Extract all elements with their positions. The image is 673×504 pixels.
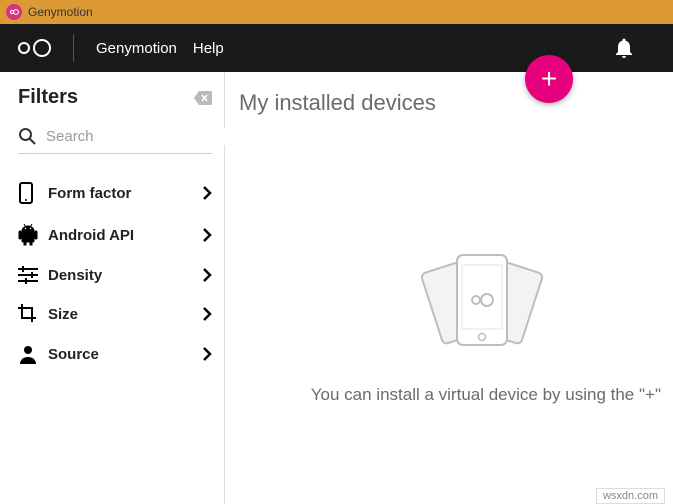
filter-label: Source	[48, 346, 202, 363]
chevron-right-icon	[202, 268, 212, 282]
filter-form-factor[interactable]: Form factor	[18, 172, 212, 214]
filter-label: Density	[48, 267, 202, 284]
crop-icon	[18, 304, 48, 324]
empty-hint-text: You can install a virtual device by usin…	[311, 385, 665, 405]
phone-icon	[18, 182, 48, 204]
filter-label: Size	[48, 306, 202, 323]
android-icon	[18, 224, 48, 246]
chevron-right-icon	[202, 228, 212, 242]
filter-android-api[interactable]: Android API	[18, 214, 212, 256]
search-row	[18, 123, 212, 154]
menubar: Genymotion Help	[0, 24, 673, 72]
clear-filters-icon[interactable]	[194, 91, 212, 105]
search-icon	[18, 127, 36, 145]
chevron-right-icon	[202, 347, 212, 361]
chevron-right-icon	[202, 186, 212, 200]
person-icon	[18, 344, 48, 364]
filters-sidebar: Filters Form factor Android API	[0, 72, 225, 504]
page-title: My installed devices	[239, 90, 665, 116]
filter-density[interactable]: Density	[18, 256, 212, 294]
notifications-icon[interactable]	[615, 38, 633, 58]
sliders-icon	[18, 266, 48, 284]
empty-state: You can install a virtual device by usin…	[239, 116, 665, 504]
chevron-right-icon	[202, 307, 212, 321]
watermark: wsxdn.com	[596, 488, 665, 504]
filter-size[interactable]: Size	[18, 294, 212, 334]
window-title: Genymotion	[28, 5, 93, 19]
menubar-divider	[73, 34, 74, 62]
app-logo-icon	[6, 4, 22, 20]
search-input[interactable]	[46, 128, 245, 145]
brand-logo-icon	[18, 39, 51, 57]
main-panel: My installed devices You can install a v…	[225, 72, 673, 504]
brand-area: Genymotion Help	[18, 34, 224, 62]
window-titlebar: Genymotion	[0, 0, 673, 24]
filter-label: Android API	[48, 227, 202, 244]
add-device-button[interactable]: +	[525, 55, 573, 103]
menu-genymotion[interactable]: Genymotion	[96, 40, 177, 57]
filter-label: Form factor	[48, 185, 202, 202]
filters-title: Filters	[18, 86, 78, 109]
add-icon: +	[541, 63, 557, 95]
menu-help[interactable]: Help	[193, 40, 224, 57]
filter-source[interactable]: Source	[18, 334, 212, 374]
devices-illustration-icon	[407, 245, 557, 355]
